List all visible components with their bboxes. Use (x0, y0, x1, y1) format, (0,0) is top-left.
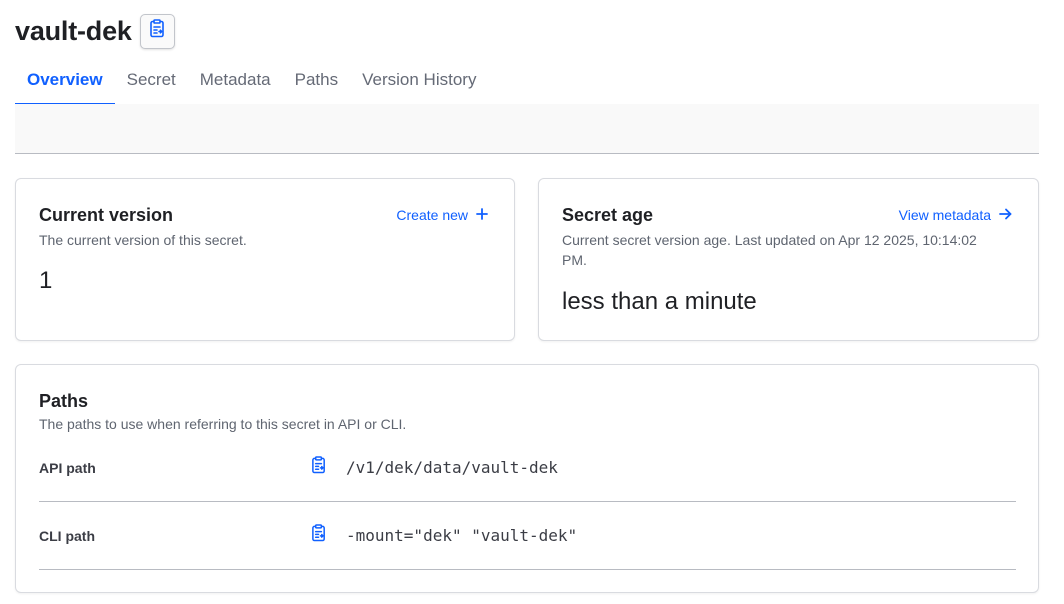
tab-secret[interactable]: Secret (115, 58, 188, 105)
view-metadata-label: View metadata (898, 207, 991, 223)
paths-description: The paths to use when referring to this … (39, 416, 407, 432)
cli-path-value: -mount="dek" "vault-dek" (346, 526, 578, 545)
copy-cli-path-button[interactable] (307, 524, 331, 548)
secret-age-description: Current secret version age. Last updated… (562, 232, 977, 268)
api-path-label: API path (39, 459, 96, 476)
tab-bar: Overview Secret Metadata Paths Version H… (15, 58, 1039, 106)
paths-card: Paths The paths to use when referring to… (15, 364, 1039, 593)
copy-title-button[interactable] (139, 13, 175, 49)
page-title: vault-dek (15, 15, 132, 46)
clipboard-copy-icon (311, 524, 327, 547)
create-new-label: Create new (396, 207, 468, 223)
secret-age-card: Secret age View metadata Current secret … (538, 178, 1039, 341)
clipboard-copy-icon (311, 456, 327, 479)
tab-overview[interactable]: Overview (15, 58, 115, 106)
current-version-card: Current version Create new The current v… (15, 178, 515, 341)
view-metadata-link[interactable]: View metadata (899, 207, 1012, 223)
secret-age-value: less than a minute (562, 288, 757, 315)
clipboard-copy-icon (149, 19, 166, 43)
current-version-description: The current version of this secret. (39, 232, 247, 248)
copy-api-path-button[interactable] (307, 456, 331, 480)
paths-title: Paths (39, 391, 89, 411)
create-new-link[interactable]: Create new (396, 207, 488, 223)
toolbar-strip (15, 104, 1039, 154)
page-header: vault-dek (15, 12, 175, 50)
secret-overview-page: vault-dek Overview Secret Metadata Paths… (0, 0, 1064, 604)
tab-paths[interactable]: Paths (283, 58, 350, 105)
secret-age-title: Secret age (562, 205, 654, 225)
current-version-title: Current version (39, 205, 174, 225)
plus-icon (468, 207, 488, 223)
cli-path-label: CLI path (39, 527, 95, 544)
current-version-value: 1 (39, 267, 53, 294)
tab-metadata[interactable]: Metadata (188, 58, 283, 105)
cli-path-row: CLI path -mount="dek" "vault-dek" (39, 502, 1016, 570)
arrow-right-icon (991, 207, 1012, 223)
api-path-value: /v1/dek/data/vault-dek (346, 458, 558, 477)
tab-version-history[interactable]: Version History (350, 58, 488, 105)
api-path-row: API path /v1/dek/data/vault-dek (39, 434, 1016, 502)
